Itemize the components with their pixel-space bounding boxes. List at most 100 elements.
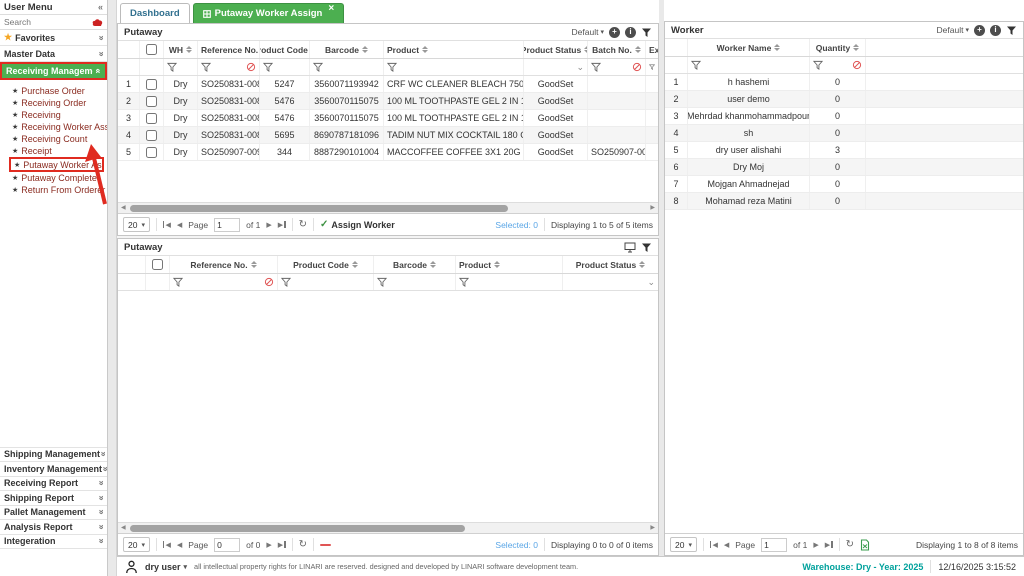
page-size-select[interactable]: 20▾ [670, 537, 697, 552]
tab-putaway-worker-assign[interactable]: Putaway Worker Assign × [193, 3, 345, 23]
worker-row[interactable]: 1 h hashemi 0 [665, 74, 1023, 91]
row-checkbox[interactable] [146, 147, 157, 158]
page-size-select[interactable]: 20▾ [123, 537, 150, 552]
refresh-icon[interactable]: ↻ [846, 539, 854, 550]
filter-icon[interactable] [1006, 25, 1017, 36]
last-page-button[interactable]: ▶ [278, 541, 286, 549]
tab-dashboard[interactable]: Dashboard [120, 3, 190, 23]
menu-item-return-from-orderer[interactable]: ★Return From Orderer [0, 184, 107, 196]
column-header-product[interactable]: Product [456, 256, 563, 273]
menu-item-receiving-order[interactable]: ★Receiving Order [0, 97, 107, 109]
last-page-button[interactable]: ▶ [278, 221, 286, 229]
column-header-wh[interactable]: WH [164, 41, 198, 58]
select-all-checkbox[interactable] [146, 44, 157, 55]
clear-filter-icon[interactable] [246, 62, 256, 72]
column-header-worker-name[interactable]: Worker Name [688, 39, 810, 56]
sidebar-section-analysis-report[interactable]: Analysis Report« [0, 520, 107, 535]
remove-icon[interactable] [320, 544, 331, 546]
menu-item-putaway-worker-assign[interactable]: ★Putaway Worker Assign [9, 157, 104, 172]
clear-filter-icon[interactable] [264, 277, 274, 287]
table-row[interactable]: 3 Dry SO250831-008 5476 3560070115075 10… [118, 110, 658, 127]
column-header-barcode[interactable]: Barcode [310, 41, 384, 58]
status-filter-dropdown-icon[interactable]: ⌄ [647, 277, 655, 288]
first-page-button[interactable]: ◀ [163, 221, 171, 229]
filter-icon[interactable] [377, 277, 387, 287]
sidebar-section-shipping-management[interactable]: Shipping Management« [0, 448, 107, 463]
column-header-reference[interactable]: Reference No. [198, 41, 260, 58]
scrollbar-thumb[interactable] [130, 525, 465, 532]
page-number-input[interactable] [214, 538, 240, 552]
column-header-product-status[interactable]: Product Status [563, 256, 658, 273]
filter-icon[interactable] [201, 62, 211, 72]
filter-icon[interactable] [281, 277, 291, 287]
sidebar-splitter[interactable] [108, 0, 117, 576]
worker-row[interactable]: 6 Dry Moj 0 [665, 159, 1023, 176]
export-excel-icon[interactable] [860, 539, 870, 551]
sidebar-section-pallet-management[interactable]: Pallet Management« [0, 506, 107, 521]
row-checkbox[interactable] [146, 79, 157, 90]
select-all-checkbox[interactable] [152, 259, 163, 270]
sidebar-section-inventory-management[interactable]: Inventory Management« [0, 462, 107, 477]
page-number-input[interactable] [214, 218, 240, 232]
close-tab-icon[interactable]: × [328, 6, 334, 12]
refresh-icon[interactable]: ↻ [299, 219, 307, 230]
next-page-button[interactable]: ▶ [813, 541, 818, 549]
menu-item-receiving[interactable]: ★Receiving [0, 109, 107, 121]
menu-item-receipt[interactable]: ★Receipt [0, 145, 107, 157]
column-header-batch-no[interactable]: Batch No. [588, 41, 646, 58]
first-page-button[interactable]: ◀ [163, 541, 171, 549]
scroll-left-icon[interactable]: ◀ [121, 204, 126, 211]
clear-filter-icon[interactable] [632, 62, 642, 72]
prev-page-button[interactable]: ◀ [177, 221, 182, 229]
menu-item-purchase-order[interactable]: ★Purchase Order [0, 85, 107, 97]
prev-page-button[interactable]: ◀ [724, 541, 729, 549]
column-header-product-status[interactable]: Product Status [524, 41, 588, 58]
refresh-icon[interactable]: ↻ [299, 539, 307, 550]
scroll-right-icon[interactable]: ▶ [650, 524, 655, 531]
sidebar-section-receiving-management[interactable]: Receiving Management « [0, 62, 107, 80]
collapse-sidebar-icon[interactable]: « [98, 2, 103, 12]
horizontal-scrollbar[interactable]: ◀ ▶ [118, 202, 658, 213]
table-row[interactable]: 1 Dry SO250831-008 5247 3560071193942 CR… [118, 76, 658, 93]
menu-item-receiving-worker-assign[interactable]: ★Receiving Worker Assign [0, 121, 107, 133]
scroll-left-icon[interactable]: ◀ [121, 524, 126, 531]
column-header-exp[interactable]: Exp [646, 41, 658, 58]
plus-circle-icon[interactable]: + [609, 27, 620, 38]
next-page-button[interactable]: ▶ [266, 541, 271, 549]
worker-row[interactable]: 2 user demo 0 [665, 91, 1023, 108]
next-page-button[interactable]: ▶ [266, 221, 271, 229]
page-size-select[interactable]: 20▾ [123, 217, 150, 232]
sidebar-section-shipping-report[interactable]: Shipping Report« [0, 491, 107, 506]
first-page-button[interactable]: ◀ [710, 541, 718, 549]
filter-icon[interactable] [813, 60, 823, 70]
worker-row[interactable]: 8 Mohamad reza Matini 0 [665, 193, 1023, 210]
column-header-quantity[interactable]: Quantity [810, 39, 866, 56]
column-header-product-code[interactable]: Product Code [278, 256, 374, 273]
filter-icon[interactable] [313, 62, 323, 72]
clear-filter-icon[interactable] [852, 60, 862, 70]
table-row[interactable]: 5 Dry SO250907-009 344 8887290101004 MAC… [118, 144, 658, 161]
filter-icon[interactable] [263, 62, 273, 72]
column-header-product[interactable]: Product [384, 41, 524, 58]
row-checkbox[interactable] [146, 96, 157, 107]
row-checkbox[interactable] [146, 130, 157, 141]
last-page-button[interactable]: ▶ [825, 541, 833, 549]
view-selector[interactable]: Default▾ [937, 25, 969, 35]
assign-worker-button[interactable]: ✓Assign Worker [320, 219, 395, 230]
worker-row[interactable]: 4 sh 0 [665, 125, 1023, 142]
monitor-icon[interactable] [624, 242, 636, 253]
worker-row[interactable]: 3 Mehrdad khanmohammadpour 0 [665, 108, 1023, 125]
search-input[interactable] [4, 17, 89, 27]
sync-cloud-icon[interactable] [92, 18, 103, 27]
scrollbar-thumb[interactable] [130, 205, 508, 212]
filter-icon[interactable] [641, 27, 652, 38]
menu-item-receiving-count[interactable]: ★Receiving Count [0, 133, 107, 145]
filter-icon[interactable] [459, 277, 469, 287]
sidebar-section-favorites[interactable]: ★ Favorites « [0, 30, 107, 46]
row-checkbox[interactable] [146, 113, 157, 124]
filter-icon[interactable] [641, 242, 652, 253]
table-row[interactable]: 4 Dry SO250831-008 5695 8690787181096 TA… [118, 127, 658, 144]
info-circle-icon[interactable]: i [990, 25, 1001, 36]
plus-circle-icon[interactable]: + [974, 25, 985, 36]
horizontal-scrollbar[interactable]: ◀ ▶ [118, 522, 658, 533]
